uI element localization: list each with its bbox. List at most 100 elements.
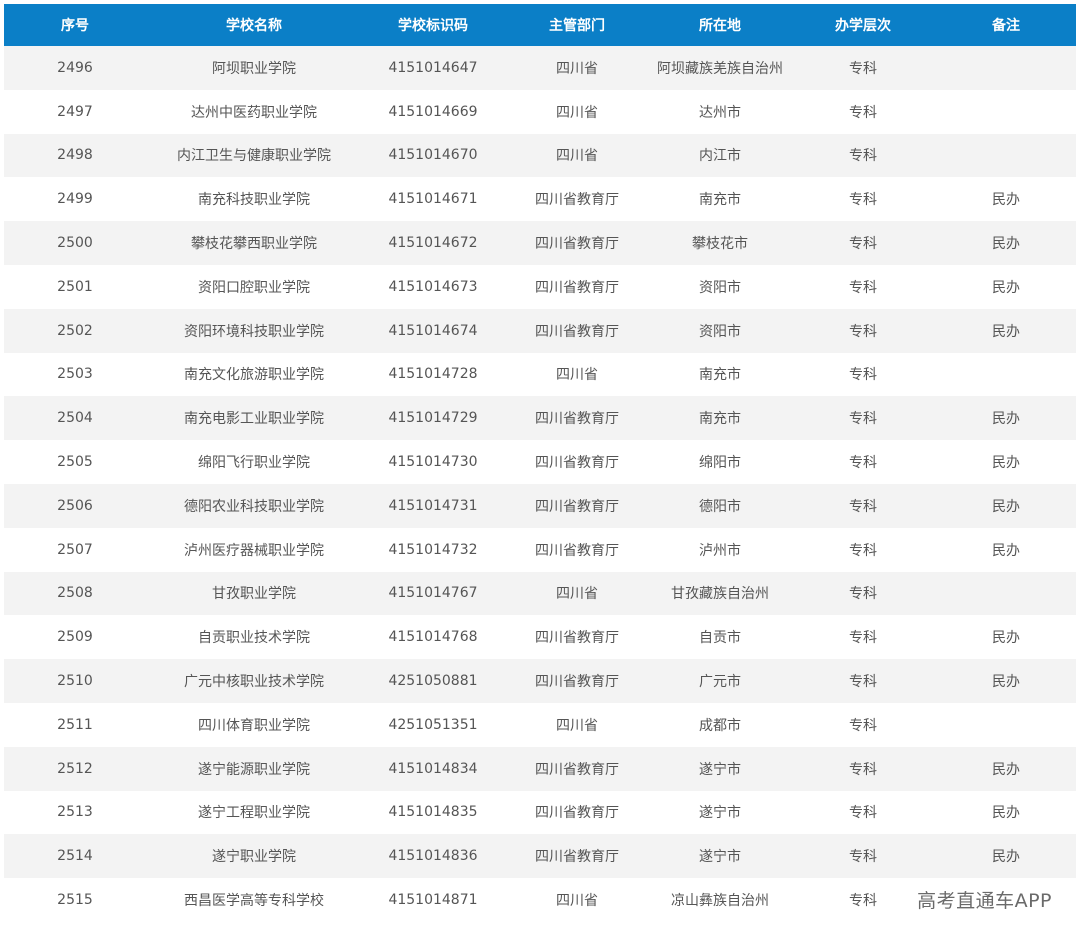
cell-level: 专科	[790, 177, 936, 222]
cell-remark: 民办	[936, 396, 1076, 441]
cell-school-code: 4151014647	[362, 46, 504, 90]
cell-school-name: 南充科技职业学院	[146, 177, 362, 222]
cell-remark: 民办	[936, 483, 1076, 528]
cell-remark	[936, 133, 1076, 178]
cell-level: 专科	[790, 396, 936, 441]
cell-department: 四川省	[504, 133, 650, 178]
header-school-code: 学校标识码	[362, 4, 504, 46]
cell-location: 遂宁市	[650, 790, 790, 835]
cell-index: 2496	[4, 46, 146, 90]
cell-remark: 民办	[936, 221, 1076, 265]
table-row: 2501 资阳口腔职业学院 4151014673 四川省教育厅 资阳市 专科 民办	[4, 264, 1076, 309]
cell-index: 2502	[4, 308, 146, 353]
cell-department: 四川省教育厅	[504, 264, 650, 309]
cell-school-code: 4151014836	[362, 834, 504, 879]
cell-department: 四川省教育厅	[504, 396, 650, 441]
table-body: 2496 阿坝职业学院 4151014647 四川省 阿坝藏族羌族自治州 专科 2497 达州…	[4, 46, 1076, 922]
cell-remark: 民办	[936, 440, 1076, 484]
cell-department: 四川省教育厅	[504, 659, 650, 703]
cell-location: 自贡市	[650, 615, 790, 660]
cell-location: 资阳市	[650, 264, 790, 309]
cell-level: 专科	[790, 264, 936, 309]
cell-remark: 民办	[936, 746, 1076, 791]
cell-index: 2498	[4, 133, 146, 178]
cell-school-code: 4151014835	[362, 790, 504, 835]
cell-level: 专科	[790, 615, 936, 660]
table-row: 2496 阿坝职业学院 4151014647 四川省 阿坝藏族羌族自治州 专科	[4, 46, 1076, 90]
cell-index: 2505	[4, 440, 146, 484]
cell-remark	[936, 89, 1076, 134]
header-level: 办学层次	[790, 4, 936, 46]
table-row: 2512 遂宁能源职业学院 4151014834 四川省教育厅 遂宁市 专科 民办	[4, 746, 1076, 791]
cell-index: 2506	[4, 483, 146, 528]
cell-school-name: 遂宁能源职业学院	[146, 746, 362, 791]
cell-index: 2499	[4, 177, 146, 222]
table-row: 2505 绵阳飞行职业学院 4151014730 四川省教育厅 绵阳市 专科 民办	[4, 440, 1076, 484]
cell-level: 专科	[790, 440, 936, 484]
cell-index: 2500	[4, 221, 146, 265]
cell-department: 四川省	[504, 89, 650, 134]
cell-school-name: 阿坝职业学院	[146, 46, 362, 90]
cell-department: 四川省	[504, 571, 650, 616]
cell-index: 2510	[4, 659, 146, 703]
cell-location: 凉山彝族自治州	[650, 878, 790, 922]
cell-index: 2497	[4, 89, 146, 134]
table-header: 序号 学校名称 学校标识码 主管部门 所在地 办学层次 备注	[4, 4, 1076, 46]
watermark-text: 高考直通车APP	[917, 890, 1052, 912]
cell-school-code: 4151014732	[362, 527, 504, 572]
cell-level: 专科	[790, 702, 936, 747]
cell-location: 达州市	[650, 89, 790, 134]
cell-location: 成都市	[650, 702, 790, 747]
header-index: 序号	[4, 4, 146, 46]
cell-location: 甘孜藏族自治州	[650, 571, 790, 616]
table-row: 2509 自贡职业技术学院 4151014768 四川省教育厅 自贡市 专科 民办	[4, 615, 1076, 660]
cell-school-code: 4151014834	[362, 746, 504, 791]
cell-department: 四川省教育厅	[504, 746, 650, 791]
cell-school-code: 4151014728	[362, 352, 504, 397]
cell-school-name: 德阳农业科技职业学院	[146, 483, 362, 528]
cell-school-code: 4151014731	[362, 483, 504, 528]
cell-department: 四川省教育厅	[504, 440, 650, 484]
cell-index: 2511	[4, 702, 146, 747]
cell-school-code: 4151014730	[362, 440, 504, 484]
cell-index: 2513	[4, 790, 146, 835]
cell-remark: 民办	[936, 615, 1076, 660]
cell-level: 专科	[790, 133, 936, 178]
header-department: 主管部门	[504, 4, 650, 46]
school-list-table: 序号 学校名称 学校标识码 主管部门 所在地 办学层次 备注 2496 阿坝职业学院 41510…	[4, 4, 1076, 922]
cell-remark: 民办	[936, 264, 1076, 309]
cell-department: 四川省	[504, 46, 650, 90]
cell-school-name: 绵阳飞行职业学院	[146, 440, 362, 484]
cell-level: 专科	[790, 308, 936, 353]
cell-location: 南充市	[650, 352, 790, 397]
table-row: 2500 攀枝花攀西职业学院 4151014672 四川省教育厅 攀枝花市 专科 民办	[4, 221, 1076, 265]
cell-school-code: 4251050881	[362, 659, 504, 703]
cell-school-name: 南充电影工业职业学院	[146, 396, 362, 441]
cell-school-code: 4151014672	[362, 221, 504, 265]
cell-level: 专科	[790, 878, 936, 922]
table-row: 2510 广元中核职业技术学院 4251050881 四川省教育厅 广元市 专科 民办	[4, 659, 1076, 703]
cell-remark: 民办	[936, 308, 1076, 353]
cell-school-name: 泸州医疗器械职业学院	[146, 527, 362, 572]
cell-school-name: 资阳口腔职业学院	[146, 264, 362, 309]
school-list-table-container: 序号 学校名称 学校标识码 主管部门 所在地 办学层次 备注 2496 阿坝职业学院 41510…	[4, 4, 1076, 922]
cell-school-code: 4151014871	[362, 878, 504, 922]
cell-school-code: 4151014669	[362, 89, 504, 134]
cell-remark: 民办	[936, 527, 1076, 572]
cell-remark	[936, 46, 1076, 90]
cell-remark: 民办	[936, 659, 1076, 703]
cell-department: 四川省教育厅	[504, 177, 650, 222]
cell-location: 阿坝藏族羌族自治州	[650, 46, 790, 90]
cell-level: 专科	[790, 746, 936, 791]
cell-school-code: 4151014768	[362, 615, 504, 660]
table-row: 2514 遂宁职业学院 4151014836 四川省教育厅 遂宁市 专科 民办	[4, 834, 1076, 879]
cell-school-name: 四川体育职业学院	[146, 702, 362, 747]
cell-level: 专科	[790, 89, 936, 134]
table-row: 2507 泸州医疗器械职业学院 4151014732 四川省教育厅 泸州市 专科 民办	[4, 527, 1076, 572]
cell-department: 四川省教育厅	[504, 527, 650, 572]
cell-level: 专科	[790, 46, 936, 90]
cell-department: 四川省教育厅	[504, 834, 650, 879]
cell-department: 四川省教育厅	[504, 308, 650, 353]
cell-school-name: 南充文化旅游职业学院	[146, 352, 362, 397]
cell-school-name: 遂宁工程职业学院	[146, 790, 362, 835]
